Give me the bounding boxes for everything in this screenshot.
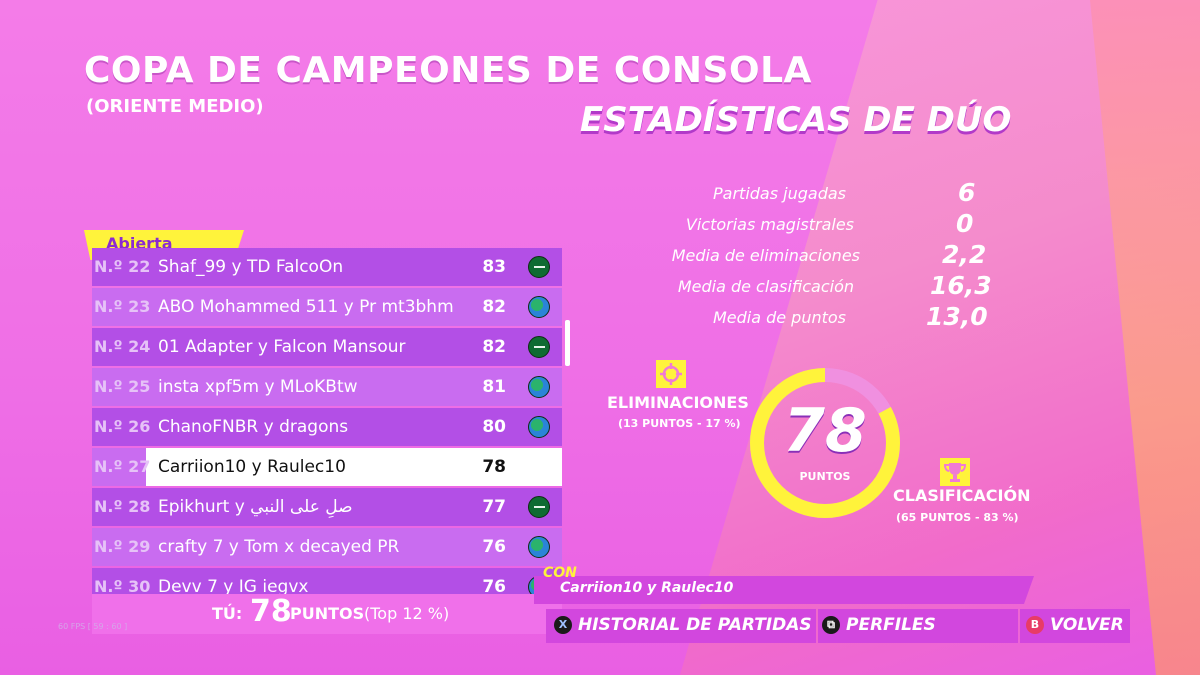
stat-value: 6 [958,178,976,207]
saudi-flag-icon [528,496,550,518]
row-rank: N.º 24 [94,337,151,356]
profiles-button[interactable]: ⧉ PERFILES [818,609,1018,643]
team-names: Carriion10 y Raulec10 [560,580,734,596]
row-rank: N.º 25 [94,377,151,396]
duo-stats-list: Partidas jugadas 6 Victorias magistrales… [640,178,1000,333]
your-top-percent: (Top 12 %) [364,604,450,623]
row-points: 76 [482,537,506,557]
crosshair-icon [656,360,686,388]
table-row[interactable]: N.º 23 ABO Mohammed 511 y Pr mt3bhm 82 [92,288,562,326]
match-history-button[interactable]: X HISTORIAL DE PARTIDAS [546,609,816,643]
table-row[interactable]: N.º 22 Shaf_99 y TD FalcoOn 83 [92,248,562,286]
table-row[interactable]: N.º 26 ChanoFNBR y dragons 80 [92,408,562,446]
row-points: 82 [482,297,506,317]
table-row[interactable]: N.º 25 insta xpf5m y MLoKBtw 81 [92,368,562,406]
fps-counter: 60 FPS [ 59 : 60 ] [58,622,128,631]
row-points: 77 [482,497,506,517]
page-subtitle: (ORIENTE MEDIO) [86,96,264,117]
row-points: 82 [482,337,506,357]
match-history-label: HISTORIAL DE PARTIDAS [578,615,812,635]
placement-sub: (65 PUNTOS - 83 %) [896,511,1019,524]
page-title: COPA DE CAMPEONES DE CONSOLA [84,50,812,91]
row-rank: N.º 27 [94,457,151,476]
back-label: VOLVER [1050,615,1124,635]
stat-value: 13,0 [926,302,988,331]
table-row[interactable]: N.º 24 01 Adapter y Falcon Mansour 82 [92,328,562,366]
row-points: 80 [482,417,506,437]
globe-icon [528,536,550,558]
stat-label: Victorias magistrales [685,215,854,234]
row-names: ABO Mohammed 511 y Pr mt3bhm [158,297,454,317]
stat-label: Media de puntos [712,308,846,327]
points-label: PUNTOS [799,470,851,483]
stat-value: 0 [956,209,974,238]
leaderboard-list: N.º 22 Shaf_99 y TD FalcoOn 83 N.º 23 AB… [92,248,562,608]
row-names: 01 Adapter y Falcon Mansour [158,337,406,357]
eliminations-label: ELIMINACIONES [607,393,749,412]
table-row[interactable]: N.º 29 crafty 7 y Tom x decayed PR 76 [92,528,562,566]
row-rank: N.º 28 [94,497,151,516]
row-names: Shaf_99 y TD FalcoOn [158,257,344,277]
stat-label: Partidas jugadas [713,184,846,203]
b-button-icon: B [1026,616,1044,634]
saudi-flag-icon [528,256,550,278]
globe-icon [528,296,550,318]
points-total: 78 [783,396,867,466]
back-button[interactable]: B VOLVER [1020,609,1130,643]
row-names: Carriion10 y Raulec10 [158,457,346,477]
x-button-icon: X [554,616,572,634]
row-rank: N.º 23 [94,297,151,316]
stat-value: 2,2 [942,240,987,269]
globe-icon [528,416,550,438]
your-score-label: TÚ: [212,604,243,623]
row-rank: N.º 22 [94,257,151,276]
stat-row: Partidas jugadas 6 [640,178,1000,209]
row-names: crafty 7 y Tom x decayed PR [158,537,400,557]
profiles-label: PERFILES [846,615,936,635]
eliminations-sub: (13 PUNTOS - 17 %) [618,417,741,430]
table-row[interactable]: N.º 28 Epikhurt y صلِ على النبي 77 [92,488,562,526]
saudi-flag-icon [528,336,550,358]
stat-row: Media de eliminaciones 2,2 [640,240,1000,271]
stat-label: Media de eliminaciones [671,246,860,265]
leaderboard-scrollbar[interactable] [565,320,570,366]
stat-row: Victorias magistrales 0 [640,209,1000,240]
your-score-bar: TÚ: 78 PUNTOS (Top 12 %) [92,594,562,634]
row-points: 81 [482,377,506,397]
duo-stats-title: ESTADÍSTICAS DE DÚO [580,100,1012,140]
placement-label: CLASIFICACIÓN [893,486,1031,505]
row-points: 83 [482,257,506,277]
stat-row: Media de puntos 13,0 [640,302,1000,333]
points-ring: 78 PUNTOS [748,366,902,520]
stat-value: 16,3 [930,271,992,300]
trophy-icon [940,458,970,486]
stat-row: Media de clasificación 16,3 [640,271,1000,302]
row-names: ChanoFNBR y dragons [158,417,349,437]
stat-label: Media de clasificación [677,277,854,296]
team-tag: CON [543,565,577,581]
table-row-current-team[interactable]: N.º 27 Carriion10 y Raulec10 78 [92,448,562,486]
view-button-icon: ⧉ [822,616,840,634]
row-names: insta xpf5m y MLoKBtw [158,377,358,397]
row-rank: N.º 29 [94,537,151,556]
your-score-unit: PUNTOS [290,604,365,623]
globe-icon [528,376,550,398]
your-score-value: 78 [250,594,292,629]
row-rank: N.º 26 [94,417,151,436]
row-names: Epikhurt y صلِ على النبي [158,497,353,517]
row-points: 78 [482,457,506,477]
